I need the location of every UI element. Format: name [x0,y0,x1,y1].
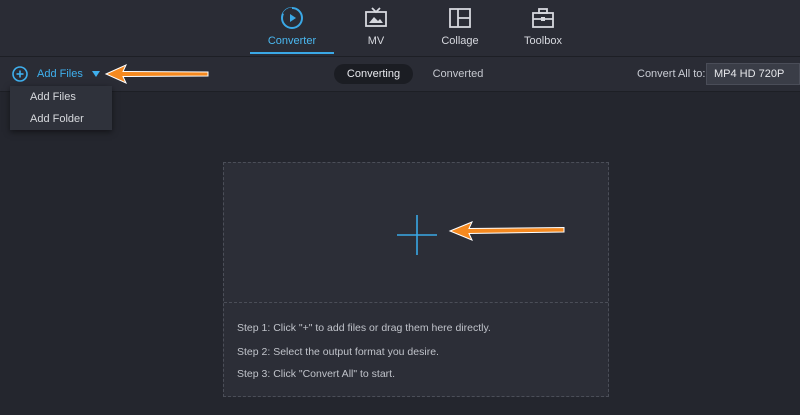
add-files-button[interactable]: Add Files [12,65,100,83]
tab-toolbox[interactable]: Toolbox [501,0,585,56]
output-format-select[interactable]: MP4 HD 720P [706,63,800,85]
tab-converter-label: Converter [267,35,317,47]
step-2-text: Step 2: Select the output format you des… [237,346,439,358]
convert-all-label: Convert All to: [637,68,706,80]
annotation-arrow-icon [104,63,209,85]
add-circle-icon [12,66,28,82]
drop-zone-divider [224,302,608,303]
tab-collage[interactable]: Collage [418,0,502,56]
tab-mv-label: MV [367,35,385,47]
menu-item-add-files[interactable]: Add Files [10,86,112,108]
toolbox-icon [532,8,554,28]
menu-item-add-folder[interactable]: Add Folder [10,108,112,130]
tab-mv[interactable]: MV [334,0,418,56]
tab-converted[interactable]: Converted [420,64,496,84]
tab-converter[interactable]: Converter [250,0,334,56]
collage-icon [449,8,471,28]
tab-converting[interactable]: Converting [334,64,413,84]
add-files-dropdown: Add Files Add Folder [10,86,112,130]
top-navigation: Converter MV Collage Toolbox [0,0,800,57]
mv-icon [365,7,387,27]
converter-icon [281,7,303,29]
add-plus-icon[interactable] [397,215,437,255]
step-3-text: Step 3: Click "Convert All" to start. [237,368,396,380]
add-files-label: Add Files [37,68,83,80]
tab-toolbox-label: Toolbox [524,35,562,47]
annotation-arrow-icon [448,221,565,241]
chevron-down-icon[interactable] [91,71,100,77]
tab-collage-label: Collage [441,35,479,47]
step-1-text: Step 1: Click "+" to add files or drag t… [237,322,491,334]
file-drop-zone[interactable]: Step 1: Click "+" to add files or drag t… [223,162,609,397]
